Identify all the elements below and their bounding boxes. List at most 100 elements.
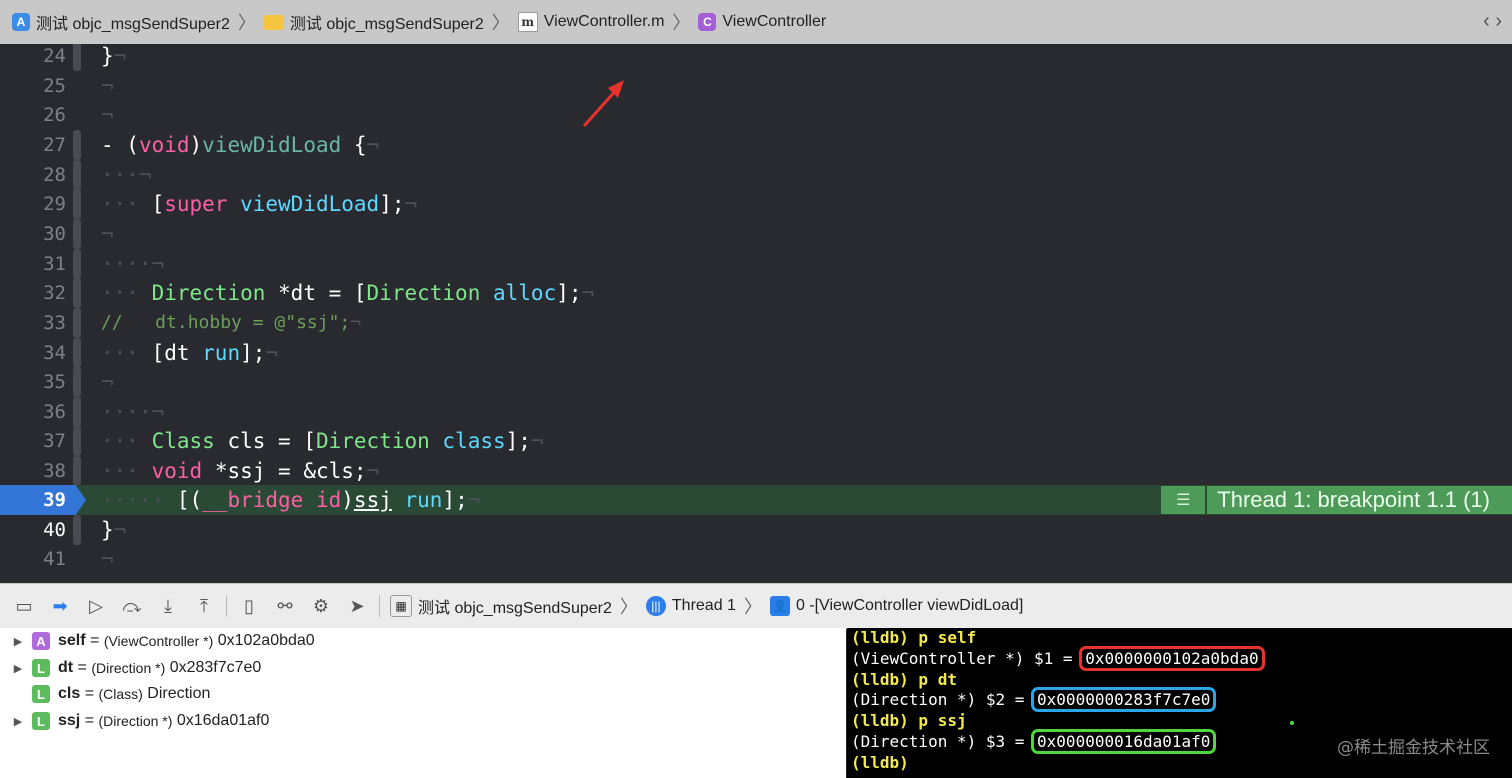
simulate-location-icon[interactable]: ➤ <box>339 591 375 621</box>
code-line: 29 ··· [super viewDidLoad];¬ <box>0 189 1512 219</box>
variable-row[interactable]: ▶ L dt = (Direction *) 0x283f7c7e0 <box>0 655 261 681</box>
console-line: (lldb) p dt <box>851 670 957 689</box>
step-over-icon[interactable]: ⤼ <box>114 591 150 621</box>
debug-crumb-thread[interactable]: ||| Thread 1 <box>645 596 736 616</box>
chevron-right-icon: 〉 <box>491 13 510 33</box>
code-line: 34 ··· [dt run];¬ <box>0 338 1512 368</box>
fold-ribbon[interactable] <box>73 515 81 545</box>
line-number: 33 <box>43 312 66 334</box>
console-line: (Direction *) $3 = 0x000000016da01af0 <box>851 729 1217 754</box>
divider <box>226 595 227 617</box>
code-line: 38 ··· void *ssj = &cls;¬ <box>0 456 1512 486</box>
variable-row[interactable]: ▶ L ssj = (Direction *) 0x16da01af0 <box>0 708 269 734</box>
chevron-right-icon: 〉 <box>672 13 691 33</box>
m-file-icon: m <box>517 12 538 32</box>
variable-name: self <box>58 632 86 649</box>
line-number: 30 <box>43 223 66 245</box>
equals-sign: = <box>80 712 99 729</box>
hide-debug-area-icon[interactable]: ▭ <box>6 591 42 621</box>
disclosure-triangle-icon[interactable]: ▶ <box>10 635 26 648</box>
lldb-console[interactable]: (lldb) p self (ViewController *) $1 = 0x… <box>847 628 1512 778</box>
line-number: 31 <box>43 253 66 275</box>
divider <box>379 595 380 617</box>
code-line: 25 ¬ <box>0 71 1512 101</box>
argument-badge: A <box>32 632 50 650</box>
line-number: 35 <box>43 371 66 393</box>
local-badge: L <box>32 712 50 730</box>
process-icon: ▦ <box>390 595 412 617</box>
variable-type: (Direction *) <box>98 713 173 729</box>
variables-view[interactable]: ▶ A self = (ViewController *) 0x102a0bda… <box>0 628 846 778</box>
debug-bar: ▭ ➡ ▷ ⤼ ⤓ ⤒ ▯ ⚯ ⚙ ➤ ▦ 测试 objc_msgSendSup… <box>0 583 1512 629</box>
code-line: 27 - (void)viewDidLoad {¬ <box>0 130 1512 160</box>
menu-lines-icon: ☰ <box>1161 486 1206 514</box>
variable-value: 0x16da01af0 <box>172 712 270 729</box>
code-line: 36 ····¬ <box>0 397 1512 427</box>
console-prompt[interactable]: (lldb) <box>851 753 909 773</box>
variable-value: Direction <box>142 685 211 702</box>
thread-icon: ||| <box>645 596 666 616</box>
memory-graph-icon[interactable]: ⚯ <box>267 591 303 621</box>
user-frame-icon: 👤 <box>769 596 790 616</box>
variable-value: 0x283f7c7e0 <box>165 659 262 676</box>
chevron-right-icon: 〉 <box>237 13 256 33</box>
crumb-folder[interactable]: 测试 objc_msgSendSuper2 <box>263 10 484 34</box>
line-number: 28 <box>43 164 66 186</box>
fold-ribbon[interactable] <box>73 160 81 190</box>
local-badge: L <box>32 659 50 677</box>
chevron-right-icon: 〉 <box>743 597 762 617</box>
code-editor[interactable]: 24 }¬ 25 ¬ 26 ¬ 27 - (void)viewDidLoad {… <box>0 44 1512 583</box>
highlight-box-green: 0x000000016da01af0 <box>1031 729 1217 754</box>
nav-arrows-icon[interactable]: ‹ › <box>1483 10 1502 33</box>
fold-ribbon[interactable] <box>73 308 81 338</box>
fold-ribbon[interactable] <box>73 367 81 397</box>
code-line: 33 // dt.hobby = @"ssj";¬ <box>0 308 1512 338</box>
line-number: 38 <box>43 460 66 482</box>
fold-ribbon[interactable] <box>73 249 81 279</box>
code-line: 30 ¬ <box>0 219 1512 249</box>
line-number: 26 <box>43 104 66 126</box>
local-badge: L <box>32 685 50 703</box>
highlight-box-red: 0x0000000102a0bda0 <box>1079 646 1265 671</box>
step-into-icon[interactable]: ⤓ <box>150 591 186 621</box>
fold-ribbon[interactable] <box>73 456 81 486</box>
fold-ribbon[interactable] <box>73 44 81 71</box>
breakpoints-toggle-icon[interactable]: ➡ <box>42 591 78 621</box>
fold-ribbon[interactable] <box>73 397 81 427</box>
debug-crumb-frame[interactable]: 👤 0 -[ViewController viewDidLoad] <box>769 596 1023 616</box>
console-line: (lldb) p self <box>851 628 977 647</box>
continue-icon[interactable]: ▷ <box>78 591 114 621</box>
view-hierarchy-icon[interactable]: ▯ <box>231 591 267 621</box>
variable-name: cls <box>58 685 81 702</box>
watermark: @稀土掘金技术社区 <box>1337 738 1490 758</box>
crumb-file[interactable]: m ViewController.m <box>517 12 664 32</box>
crumb-class[interactable]: C ViewController <box>698 13 826 31</box>
variable-value: 0x102a0bda0 <box>213 632 315 649</box>
line-number: 39 <box>43 489 66 511</box>
fold-ribbon[interactable] <box>73 219 81 249</box>
disclosure-triangle-icon[interactable]: ▶ <box>10 715 26 728</box>
disclosure-triangle-icon[interactable]: ▶ <box>10 662 26 675</box>
fold-ribbon[interactable] <box>73 338 81 368</box>
environment-overrides-icon[interactable]: ⚙ <box>303 591 339 621</box>
line-number: 25 <box>43 75 66 97</box>
line-number: 37 <box>43 430 66 452</box>
debug-crumb-process[interactable]: ▦ 测试 objc_msgSendSuper2 <box>390 594 612 618</box>
jump-bar: A 测试 objc_msgSendSuper2 〉 测试 objc_msgSen… <box>0 0 1512 45</box>
fold-ribbon[interactable] <box>73 426 81 456</box>
variable-row[interactable]: ▶ A self = (ViewController *) 0x102a0bda… <box>0 628 315 654</box>
code-line: 28 ···¬ <box>0 160 1512 190</box>
fold-ribbon[interactable] <box>73 189 81 219</box>
equals-sign: = <box>73 659 92 676</box>
console-line: (ViewController *) $1 = 0x0000000102a0bd… <box>851 646 1265 671</box>
highlight-box-blue: 0x0000000283f7c7e0 <box>1031 687 1217 712</box>
fold-ribbon[interactable] <box>73 130 81 160</box>
step-out-icon[interactable]: ⤒ <box>186 591 222 621</box>
variable-type: (Class) <box>98 686 143 702</box>
line-number: 24 <box>43 45 66 67</box>
variable-row[interactable]: L cls = (Class) Direction <box>0 681 210 707</box>
crumb-project[interactable]: A 测试 objc_msgSendSuper2 <box>12 10 230 34</box>
thread-badge[interactable]: ☰ Thread 1: breakpoint 1.1 (1) <box>1161 486 1512 514</box>
fold-ribbon[interactable] <box>73 278 81 308</box>
line-number: 29 <box>43 193 66 215</box>
